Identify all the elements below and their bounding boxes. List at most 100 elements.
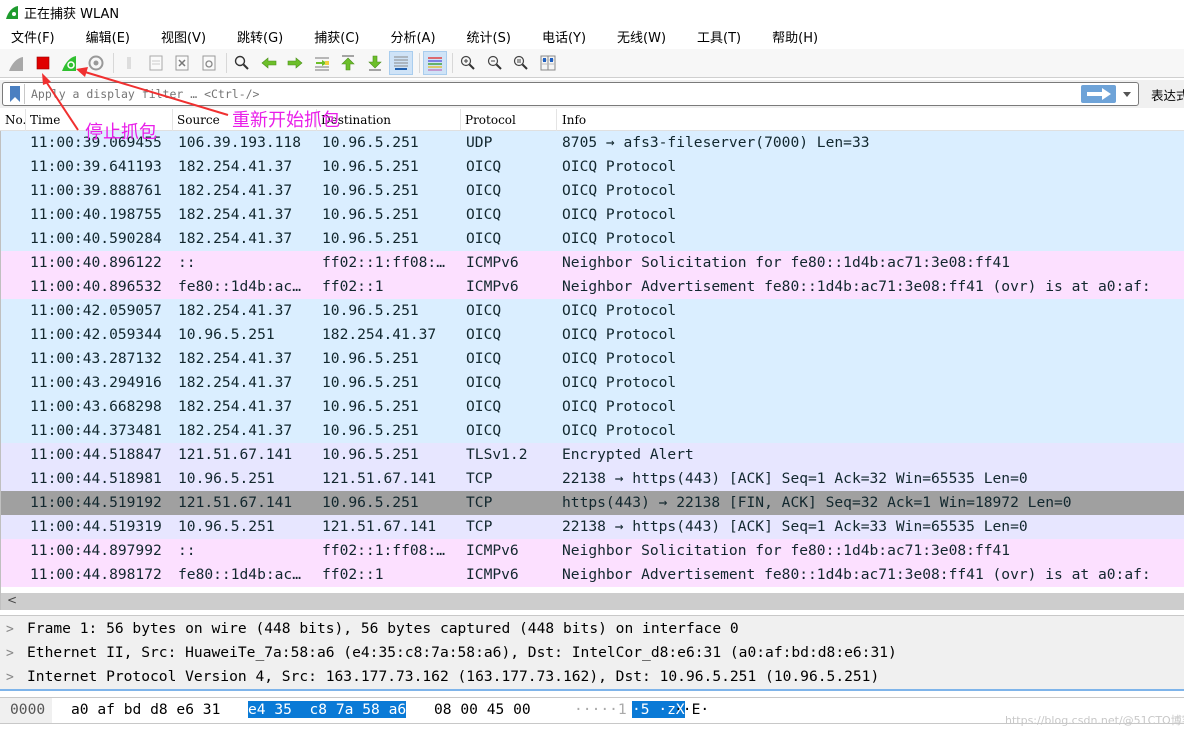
packet-cell-info: OICQ Protocol	[562, 350, 677, 367]
resize-columns-button[interactable]	[536, 51, 560, 75]
column-header-time[interactable]: Time	[30, 113, 60, 127]
packet-row[interactable]: 11:00:44.519319 10.96.5.251 121.51.67.141 T…	[1, 515, 1184, 539]
display-filter-bar: 表达式…	[0, 80, 1184, 108]
column-divider[interactable]	[172, 109, 173, 131]
hex-bytes[interactable]: a0 af bd d8 e6 31	[71, 701, 220, 718]
stop-capture-button[interactable]	[31, 51, 55, 75]
packet-cell-src: 182.254.41.37	[178, 230, 293, 247]
packet-row[interactable]: 11:00:43.668298 182.254.41.37 10.96.5.251 O…	[1, 395, 1184, 419]
hex-bytes-highlighted[interactable]: e4 35 c8 7a 58 a6	[248, 701, 407, 718]
hex-bytes[interactable]: 08 00 45 00	[434, 701, 531, 718]
packet-row[interactable]: 11:00:44.518981 10.96.5.251 121.51.67.141 T…	[1, 467, 1184, 491]
packet-list-header: No. Time Source Destination Protocol Inf…	[0, 109, 1184, 131]
auto-scroll-button[interactable]	[389, 51, 413, 75]
scroll-left-arrow-icon[interactable]: <	[7, 593, 17, 607]
packet-cell-src: ::	[178, 542, 196, 559]
packet-row[interactable]: 11:00:39.069455 106.39.193.118 10.96.5.251…	[1, 131, 1184, 155]
menu-item[interactable]: 视图(V)	[150, 27, 206, 46]
column-header-no[interactable]: No.	[5, 113, 26, 127]
packet-row[interactable]: 11:00:40.590284 182.254.41.37 10.96.5.251 O…	[1, 227, 1184, 251]
packet-row[interactable]: 11:00:40.896122:: ff02::1:ff08:… ICMPv6 Nei…	[1, 251, 1184, 275]
chevron-right-icon[interactable]: >	[6, 622, 14, 637]
packet-row[interactable]: 11:00:42.059344 10.96.5.251 182.254.41.37 O…	[1, 323, 1184, 347]
packet-row[interactable]: 11:00:44.373481 182.254.41.37 10.96.5.251 O…	[1, 419, 1184, 443]
save-file-button[interactable]	[144, 51, 168, 75]
column-header-protocol[interactable]: Protocol	[465, 113, 516, 127]
menu-item[interactable]: 跳转(G)	[226, 27, 283, 46]
display-filter-input[interactable]	[31, 84, 1071, 104]
column-divider[interactable]	[460, 109, 461, 131]
packet-cell-time: 11:00:39.641193	[30, 158, 162, 175]
packet-row[interactable]: 11:00:44.898172 fe80::1d4b:ac… ff02::1 ICMP…	[1, 563, 1184, 587]
packet-cell-proto: OICQ	[466, 350, 502, 367]
filter-history-dropdown[interactable]	[1122, 90, 1132, 98]
ascii-bytes[interactable]: ··E·	[674, 701, 709, 718]
close-file-button[interactable]	[170, 51, 194, 75]
packet-row[interactable]: 11:00:40.198755 182.254.41.37 10.96.5.251 O…	[1, 203, 1184, 227]
packet-cell-src: fe80::1d4b:ac…	[178, 278, 302, 295]
packet-cell-dst: 10.96.5.251	[322, 350, 419, 367]
go-back-button[interactable]	[257, 51, 281, 75]
menu-item[interactable]: 编辑(E)	[75, 27, 130, 46]
packet-cell-dst: 10.96.5.251	[322, 398, 419, 415]
menu-item[interactable]: 统计(S)	[456, 27, 511, 46]
colorize-button[interactable]	[422, 51, 447, 75]
restart-capture-button[interactable]	[57, 51, 81, 75]
packet-cell-proto: ICMPv6	[466, 542, 519, 559]
packet-cell-dst: 10.96.5.251	[322, 374, 419, 391]
packet-cell-proto: OICQ	[466, 230, 502, 247]
zoom-normal-button[interactable]	[509, 51, 533, 75]
gear-icon	[88, 55, 103, 71]
packet-cell-info: Neighbor Advertisement fe80::1d4b:ac71:3…	[562, 278, 1151, 295]
filter-bookmark-button[interactable]	[5, 84, 25, 104]
packet-row[interactable]: 11:00:42.059057 182.254.41.37 10.96.5.251 O…	[1, 299, 1184, 323]
menu-item[interactable]: 工具(T)	[686, 27, 741, 46]
auto-scroll-icon	[394, 56, 408, 70]
zoom-out-button[interactable]	[483, 51, 507, 75]
packet-cell-info: Neighbor Solicitation for fe80::1d4b:ac7…	[562, 254, 1011, 271]
packet-row[interactable]: 11:00:43.287132 182.254.41.37 10.96.5.251 O…	[1, 347, 1184, 371]
main-toolbar	[0, 49, 1184, 78]
packet-row[interactable]: 11:00:44.518847 121.51.67.141 10.96.5.251 T…	[1, 443, 1184, 467]
packet-cell-proto: TCP	[466, 470, 493, 487]
close-file-icon	[175, 55, 189, 71]
colorize-icon	[427, 57, 442, 71]
packet-cell-src: 182.254.41.37	[178, 350, 293, 367]
open-file-button[interactable]	[117, 51, 141, 75]
find-packet-button[interactable]	[230, 51, 254, 75]
go-to-packet-button[interactable]	[310, 51, 334, 75]
packet-list-horizontal-scrollbar[interactable]: <	[0, 593, 1184, 610]
go-first-button[interactable]	[336, 51, 360, 75]
packet-row[interactable]: 11:00:44.897992:: ff02::1:ff08:… ICMPv6 Nei…	[1, 539, 1184, 563]
menu-item[interactable]: 文件(F)	[0, 27, 55, 46]
menu-item[interactable]: 电话(Y)	[531, 27, 586, 46]
capture-options-button[interactable]	[84, 51, 108, 75]
chevron-right-icon[interactable]: >	[6, 670, 14, 685]
packet-row[interactable]: 11:00:40.896532 fe80::1d4b:ac… ff02::1 ICMP…	[1, 275, 1184, 299]
apply-filter-button[interactable]	[1081, 85, 1116, 103]
zoom-in-button[interactable]	[456, 51, 480, 75]
packet-row[interactable]: 11:00:44.519192 121.51.67.141 10.96.5.251 T…	[1, 491, 1184, 515]
menu-item[interactable]: 捕获(C)	[303, 27, 359, 46]
column-header-info[interactable]: Info	[562, 113, 586, 127]
column-header-source[interactable]: Source	[177, 113, 220, 127]
expression-button[interactable]: 表达式…	[1151, 85, 1184, 104]
open-file-icon	[127, 57, 131, 69]
packet-cell-time: 11:00:44.519319	[30, 518, 162, 535]
packet-row[interactable]: 11:00:43.294916 182.254.41.37 10.96.5.251 O…	[1, 371, 1184, 395]
menu-item[interactable]: 帮助(H)	[761, 27, 818, 46]
menu-item[interactable]: 分析(A)	[379, 27, 435, 46]
go-forward-button[interactable]	[283, 51, 307, 75]
packet-row[interactable]: 11:00:39.888761 182.254.41.37 10.96.5.251 O…	[1, 179, 1184, 203]
packet-cell-dst: 10.96.5.251	[322, 134, 419, 151]
go-last-button[interactable]	[363, 51, 387, 75]
column-divider[interactable]	[556, 109, 557, 131]
reload-file-button[interactable]	[197, 51, 221, 75]
column-divider[interactable]	[25, 109, 26, 131]
packet-row[interactable]: 11:00:39.641193 182.254.41.37 10.96.5.251 O…	[1, 155, 1184, 179]
menu-item[interactable]: 无线(W)	[606, 27, 666, 46]
packet-cell-src: 182.254.41.37	[178, 182, 293, 199]
ascii-bytes[interactable]: ·····1	[574, 701, 627, 718]
chevron-right-icon[interactable]: >	[6, 646, 14, 661]
start-capture-button[interactable]	[4, 51, 28, 75]
